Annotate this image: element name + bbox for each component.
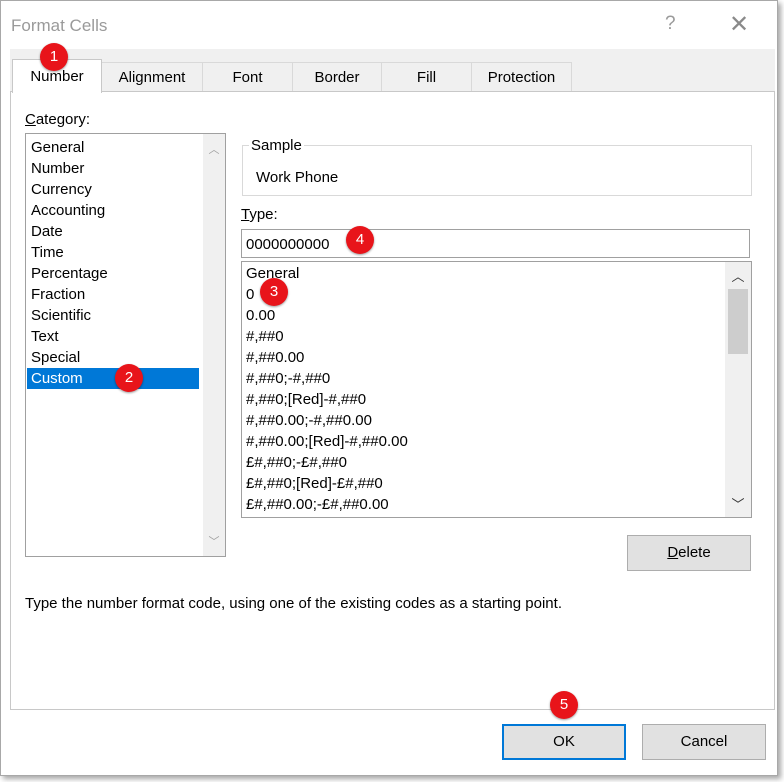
category-item-date[interactable]: Date — [27, 221, 199, 242]
category-item-general[interactable]: General — [27, 137, 199, 158]
tab-alignment[interactable]: Alignment — [101, 62, 203, 92]
help-icon[interactable]: ? — [665, 13, 676, 35]
format-item[interactable]: #,##0 — [246, 326, 284, 347]
scroll-down-icon[interactable]: ﹀ — [725, 494, 751, 513]
tab-font[interactable]: Font — [202, 62, 293, 92]
category-item-percentage[interactable]: Percentage — [27, 263, 199, 284]
category-item-custom[interactable]: Custom — [27, 368, 199, 389]
step-badge-4: 4 — [346, 226, 374, 254]
type-label-rest: ype: — [249, 206, 278, 223]
category-label-rest: ategory: — [35, 111, 91, 128]
close-icon[interactable]: ✕ — [729, 10, 749, 39]
format-item[interactable]: £#,##0.00;-£#,##0.00 — [246, 494, 389, 515]
category-item-number[interactable]: Number — [27, 158, 199, 179]
category-item-currency[interactable]: Currency — [27, 179, 199, 200]
format-item[interactable]: #,##0;-#,##0 — [246, 368, 330, 389]
format-scrollbar[interactable]: ︿ ﹀ — [725, 262, 751, 517]
delete-button-rest: elete — [678, 544, 711, 561]
scroll-up-icon[interactable]: ︿ — [203, 141, 225, 157]
scroll-down-icon[interactable]: ﹀ — [203, 533, 225, 549]
step-badge-5: 5 — [550, 691, 578, 719]
format-item[interactable]: £#,##0;[Red]-£#,##0 — [246, 473, 383, 494]
category-item-scientific[interactable]: Scientific — [27, 305, 199, 326]
tab-border[interactable]: Border — [292, 62, 382, 92]
format-item[interactable]: 0.00 — [246, 305, 275, 326]
sample-value: Work Phone — [256, 169, 339, 186]
category-item-special[interactable]: Special — [27, 347, 199, 368]
format-item[interactable]: £#,##0;-£#,##0 — [246, 452, 347, 473]
format-item[interactable]: #,##0.00;[Red]-#,##0.00 — [246, 431, 408, 452]
scroll-thumb[interactable] — [728, 289, 748, 354]
format-code-list[interactable]: General 0 0.00 #,##0 #,##0.00 #,##0;-#,#… — [241, 261, 752, 518]
step-badge-2: 2 — [115, 364, 143, 392]
format-item[interactable]: #,##0;[Red]-#,##0 — [246, 389, 366, 410]
format-cells-dialog: Format Cells ? ✕ Number Alignment Font B… — [0, 0, 778, 776]
cancel-button[interactable]: Cancel — [642, 724, 766, 760]
category-item-fraction[interactable]: Fraction — [27, 284, 199, 305]
sample-label: Sample — [249, 137, 304, 154]
step-badge-1: 1 — [40, 43, 68, 71]
category-item-text[interactable]: Text — [27, 326, 199, 347]
hint-text: Type the number format code, using one o… — [25, 595, 562, 612]
category-scrollbar[interactable]: ︿ ﹀ — [203, 134, 225, 556]
title-bar: Format Cells ? ✕ — [1, 1, 777, 49]
format-item[interactable]: #,##0.00 — [246, 347, 304, 368]
category-label-accesskey: C — [25, 111, 36, 128]
step-badge-3: 3 — [260, 278, 288, 306]
tab-fill[interactable]: Fill — [381, 62, 472, 92]
format-item[interactable]: 0 — [246, 284, 254, 305]
category-item-time[interactable]: Time — [27, 242, 199, 263]
category-item-accounting[interactable]: Accounting — [27, 200, 199, 221]
scroll-up-icon[interactable]: ︿ — [725, 266, 751, 285]
type-label: Type: — [241, 206, 278, 223]
tab-protection[interactable]: Protection — [471, 62, 572, 92]
category-label: Category: — [25, 111, 90, 128]
ok-button[interactable]: OK — [502, 724, 626, 760]
format-item[interactable]: #,##0.00;-#,##0.00 — [246, 410, 372, 431]
delete-button[interactable]: Delete — [627, 535, 751, 571]
dialog-title: Format Cells — [11, 16, 108, 35]
delete-button-accesskey: D — [667, 544, 679, 561]
category-list[interactable]: General Number Currency Accounting Date … — [25, 133, 226, 557]
type-input[interactable]: 0000000000 — [241, 229, 750, 258]
